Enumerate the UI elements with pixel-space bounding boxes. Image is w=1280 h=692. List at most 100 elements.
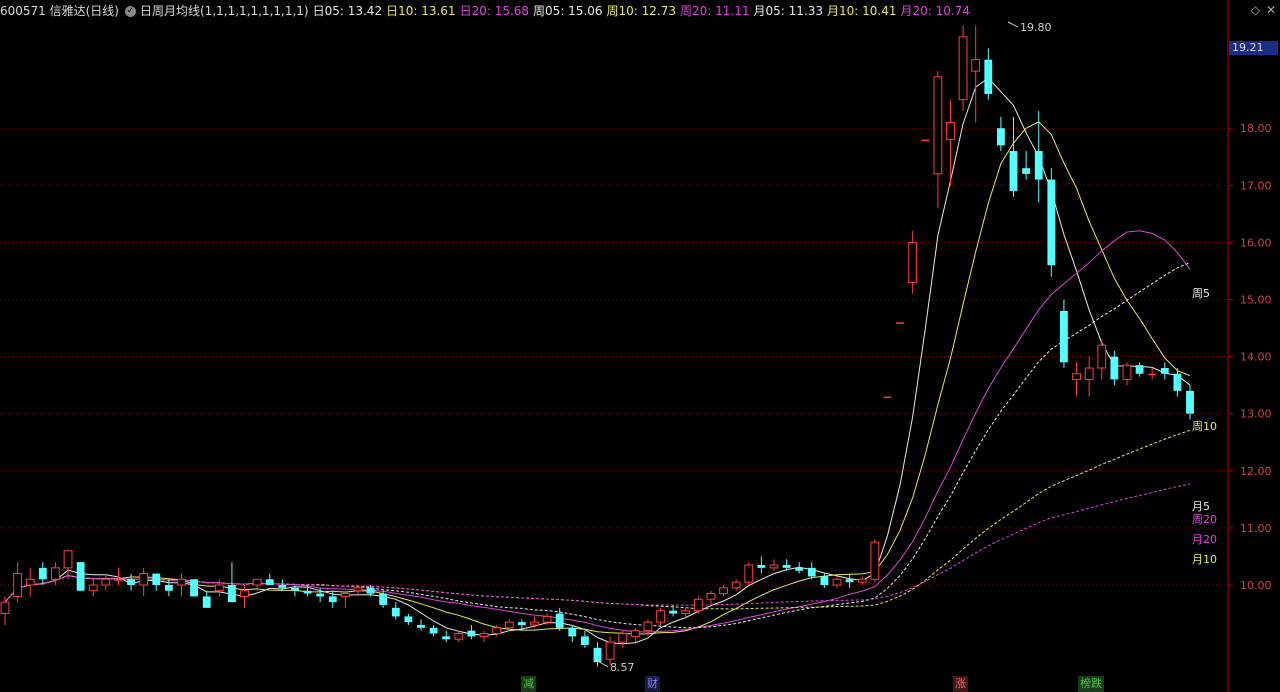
candle-body <box>404 616 413 623</box>
price-tick-label: 14.00 <box>1240 351 1272 364</box>
candle-body <box>340 593 350 597</box>
legend-label: 周10 <box>1192 420 1217 433</box>
price-tick-label: 16.00 <box>1240 236 1272 249</box>
price-tick-label: 12.00 <box>1240 465 1272 478</box>
close-icon[interactable]: ✕ <box>1266 3 1276 17</box>
candle-body <box>656 610 665 623</box>
candle-body <box>542 615 552 623</box>
candle-body <box>605 641 615 660</box>
price-tick-label: 10.00 <box>1240 579 1272 592</box>
candle-body <box>996 128 1005 146</box>
price-tick-label: 15.00 <box>1240 294 1272 307</box>
candle-body <box>1047 179 1056 266</box>
candle-body <box>164 585 173 591</box>
candle-body <box>479 633 489 637</box>
price-axis: 18.00 17.00 16.00 15.00 14.00 13.00 12.00 11.00… <box>1227 0 1272 692</box>
candle-body <box>593 647 602 663</box>
price-tick-label: 11.00 <box>1240 522 1272 535</box>
candle-body <box>504 621 514 629</box>
candle-body <box>88 584 98 592</box>
candle-body <box>127 579 135 585</box>
candle-body <box>379 593 388 605</box>
candle-body <box>190 579 199 597</box>
legend-label: 周20 <box>1192 513 1217 526</box>
candle-body <box>492 627 502 635</box>
indicator-name[interactable]: 日周月均线(1,1,1,1,1,1,1,1,1) <box>140 4 309 18</box>
candle-body <box>555 613 564 628</box>
candle-body <box>202 596 211 608</box>
candle-body <box>63 550 73 569</box>
settings-icon[interactable]: ✓ <box>125 6 136 17</box>
event-marker[interactable]: 财 <box>645 676 660 692</box>
candle-body <box>1009 151 1018 192</box>
indicator-value: 周20: 11.11 <box>680 4 750 18</box>
high-pointer <box>1007 21 1019 28</box>
candle-body <box>139 573 149 586</box>
event-marker[interactable]: 涨 <box>953 676 968 692</box>
kline-chart[interactable]: 18.00 17.00 16.00 15.00 14.00 13.00 12.00 11.00… <box>0 0 1280 692</box>
legend-label: 月20 <box>1192 533 1217 546</box>
ma-day20 <box>4 230 1191 633</box>
candle-body <box>757 565 766 568</box>
chart-header: 600571 信雅达(日线) ✓ 日周月均线(1,1,1,1,1,1,1,1,1) 日… <box>0 0 1228 22</box>
high-price-label: 19.80 <box>1020 21 1052 34</box>
candle-body <box>706 593 716 600</box>
event-marker[interactable]: 减 <box>521 676 536 692</box>
candle-body <box>630 630 640 637</box>
candle-body <box>845 579 854 583</box>
indicator-value: 周05: 15.06 <box>533 4 603 18</box>
candle-body <box>1060 310 1068 363</box>
candle-body <box>1148 373 1157 376</box>
candle-body <box>1110 356 1119 380</box>
candle-body <box>1084 367 1094 380</box>
legend-label: 月5 <box>1192 500 1210 513</box>
candle-body <box>669 610 678 614</box>
indicator-value: 月20: 10.74 <box>900 4 970 18</box>
candle-body <box>228 585 236 603</box>
candle-body <box>240 590 249 597</box>
price-tick-label: 17.00 <box>1240 179 1272 192</box>
candle-body <box>744 564 754 583</box>
candle-body <box>820 576 829 585</box>
candle-body <box>832 578 842 586</box>
candle-body <box>76 562 85 591</box>
candle-body <box>1135 365 1144 374</box>
candle-body <box>101 578 111 586</box>
candle-body <box>252 578 262 586</box>
candle-body <box>1122 364 1132 380</box>
candle-body <box>971 59 981 72</box>
candle-body <box>958 36 968 101</box>
candle-body <box>857 578 867 583</box>
candle-body <box>0 601 10 615</box>
indicator-value: 日10: 13.61 <box>386 4 456 18</box>
candle-body <box>303 590 312 594</box>
current-price-tag: 19.21 <box>1229 41 1278 55</box>
candle-body <box>1186 390 1194 414</box>
candle-body <box>429 627 438 634</box>
diamond-icon[interactable]: ◇ <box>1251 3 1260 17</box>
candle-body <box>921 139 930 142</box>
ma-week20 <box>4 483 1191 606</box>
candle-body <box>417 624 425 628</box>
event-marker[interactable]: 榜跌 <box>1078 676 1104 692</box>
candle-body <box>883 396 892 399</box>
candle-body <box>719 587 728 595</box>
candle-body <box>114 579 123 581</box>
indicator-value: 周10: 12.73 <box>606 4 677 18</box>
candle-body <box>896 322 904 324</box>
candle-body <box>1072 373 1081 380</box>
candle-body <box>214 584 224 592</box>
candle-body <box>933 76 943 175</box>
candle-body <box>807 567 816 577</box>
indicator-value: 月10: 10.41 <box>826 4 897 18</box>
candle-body <box>152 573 161 585</box>
candle-body <box>693 598 703 612</box>
ma-legend: 周5 周10 月5周20 月20 月10 <box>1192 287 1217 566</box>
candle-body <box>316 593 325 597</box>
price-tick-label: 13.00 <box>1240 408 1272 421</box>
price-tick-label: 18.00 <box>1240 122 1272 135</box>
candle-body <box>1022 168 1031 174</box>
candle-body <box>908 241 918 283</box>
stock-title[interactable]: 600571 信雅达(日线) <box>0 4 119 18</box>
candle-body <box>366 587 375 594</box>
